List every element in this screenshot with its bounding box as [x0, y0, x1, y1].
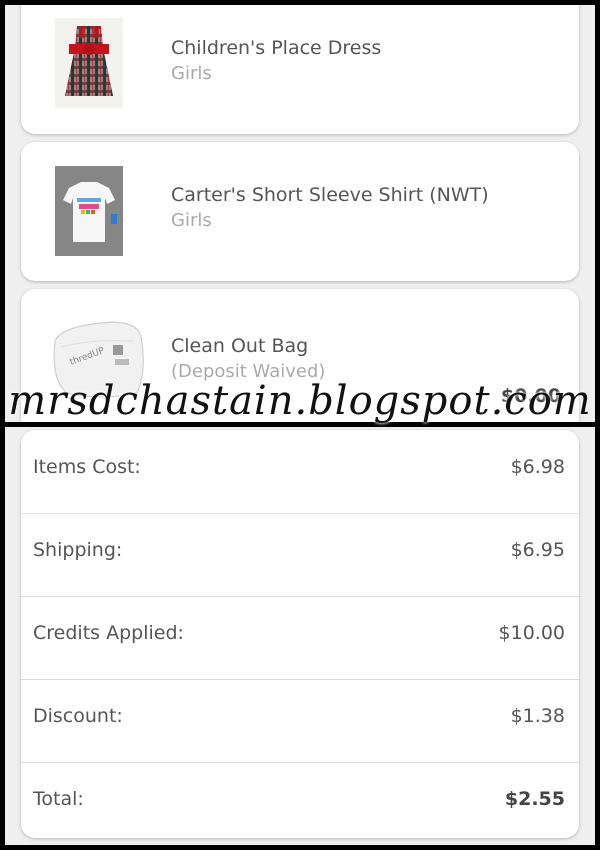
order-summary-panel: Items Cost: $6.98 Shipping: $6.95 Credit… [5, 427, 595, 845]
summary-row-total: Total: $2.55 [21, 762, 579, 845]
discount-label: Discount: [33, 705, 123, 727]
credits-value: $10.00 [498, 622, 565, 644]
item-name: Children's Place Dress [171, 37, 382, 59]
item-category: Girls [171, 63, 212, 84]
credits-label: Credits Applied: [33, 622, 184, 644]
cart-items-panel: Children's Place Dress Girls Carter's Sh… [5, 5, 595, 422]
shipping-label: Shipping: [33, 539, 123, 561]
item-name: Clean Out Bag [171, 335, 309, 357]
summary-row-items-cost: Items Cost: $6.98 [21, 430, 579, 514]
blog-watermark: mrsdchastain.blogspot.com [8, 378, 592, 424]
items-cost-label: Items Cost: [33, 456, 141, 478]
items-cost-value: $6.98 [510, 456, 565, 478]
total-label: Total: [33, 788, 84, 810]
plaid-dress-photo [55, 18, 123, 108]
summary-row-credits: Credits Applied: $10.00 [21, 596, 579, 680]
item-name: Carter's Short Sleeve Shirt (NWT) [171, 184, 489, 206]
white-tshirt-photo [55, 166, 123, 256]
summary-row-discount: Discount: $1.38 [21, 679, 579, 763]
item-category: Girls [171, 210, 212, 231]
shipping-value: $6.95 [510, 539, 565, 561]
cart-item-dress[interactable]: Children's Place Dress Girls [21, 5, 579, 134]
discount-value: $1.38 [510, 705, 565, 727]
total-value: $2.55 [504, 788, 565, 810]
order-summary-card: Items Cost: $6.98 Shipping: $6.95 Credit… [21, 430, 579, 838]
summary-row-shipping: Shipping: $6.95 [21, 513, 579, 597]
cart-item-shirt[interactable]: Carter's Short Sleeve Shirt (NWT) Girls [21, 142, 579, 281]
